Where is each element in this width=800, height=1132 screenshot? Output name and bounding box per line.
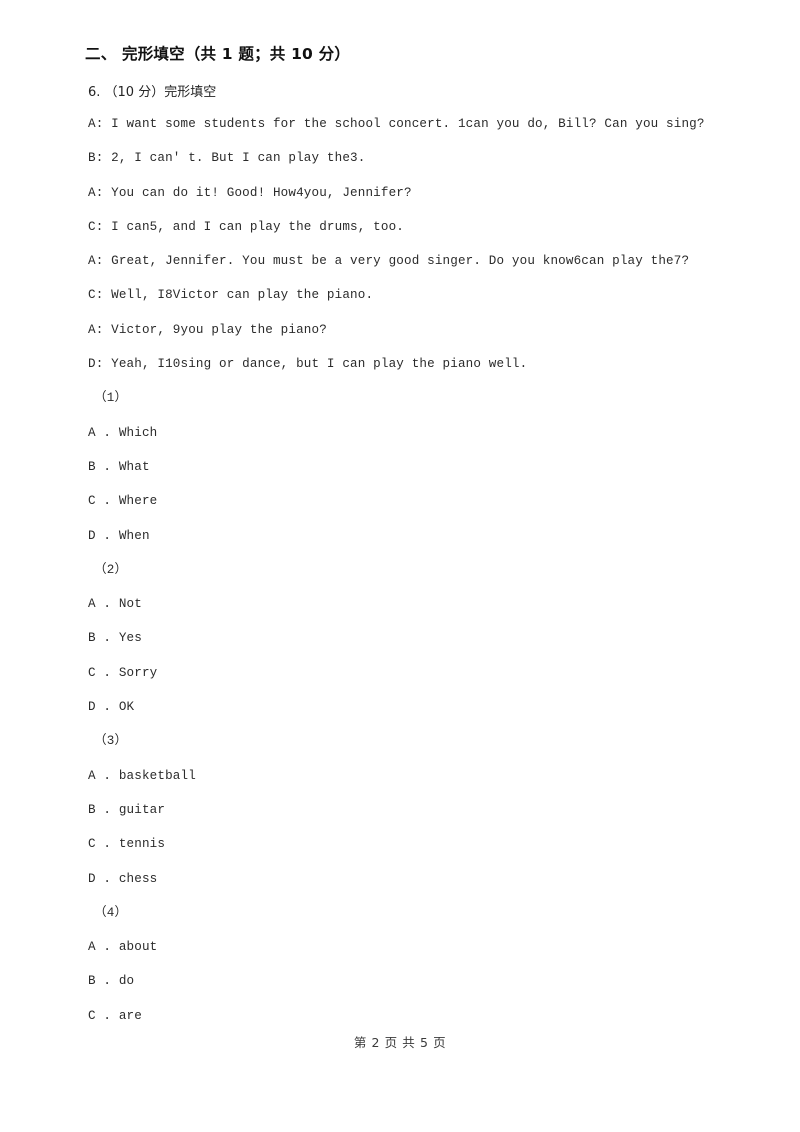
option-d[interactable]: D . OK [88,699,725,715]
document-page: 二、 完形填空（共 1 题；共 10 分） 6. （10 分）完形填空 A: I… [0,0,800,1132]
dialogue-line: A: Great, Jennifer. You must be a very g… [88,254,690,269]
option-b[interactable]: B . guitar [88,802,725,818]
dialogue-line: D: Yeah, I10sing or dance, but I can pla… [88,357,528,372]
subquestion-3: （3） A . basketball B . guitar C . tennis… [85,733,725,886]
option-c[interactable]: C . are [88,1008,725,1024]
page-indicator: 第 2 页 共 5 页 [353,1035,447,1050]
option-d[interactable]: D . When [88,528,725,544]
option-a[interactable]: A . about [88,939,725,955]
subquestion-label: （1） [94,391,128,406]
dialogue-block: A: I want some students for the school c… [85,116,725,372]
option-b[interactable]: B . Yes [88,630,725,646]
subquestion-2: （2） A . Not B . Yes C . Sorry D . OK [85,562,725,715]
option-a[interactable]: A . Not [88,596,725,612]
option-a[interactable]: A . basketball [88,768,725,784]
option-a[interactable]: A . Which [88,425,725,441]
option-c[interactable]: C . Sorry [88,665,725,681]
question-stem: 6. （10 分）完形填空 [88,85,217,100]
dialogue-line: C: Well, I8Victor can play the piano. [88,288,374,303]
page-content: 二、 完形填空（共 1 题；共 10 分） 6. （10 分）完形填空 A: I… [85,44,725,1042]
dialogue-line: A: You can do it! Good! How4you, Jennife… [88,185,412,200]
option-d[interactable]: D . chess [88,871,725,887]
subquestion-label: （4） [94,905,128,920]
dialogue-line: C: I can5, and I can play the drums, too… [88,219,405,234]
subquestion-label: （3） [94,734,128,749]
option-b[interactable]: B . What [88,459,725,475]
option-c[interactable]: C . tennis [88,836,725,852]
dialogue-line: B: 2, I can' t. But I can play the3. [88,151,366,166]
subquestion-1: （1） A . Which B . What C . Where D . Whe… [85,390,725,543]
subquestion-4: （4） A . about B . do C . are [85,905,725,1024]
dialogue-line: A: Victor, 9you play the piano? [88,322,327,337]
section-heading: 二、 完形填空（共 1 题；共 10 分） [85,45,351,63]
dialogue-line: A: I want some students for the school c… [88,117,705,131]
option-c[interactable]: C . Where [88,493,725,509]
subquestion-label: （2） [94,562,128,577]
option-b[interactable]: B . do [88,973,725,989]
